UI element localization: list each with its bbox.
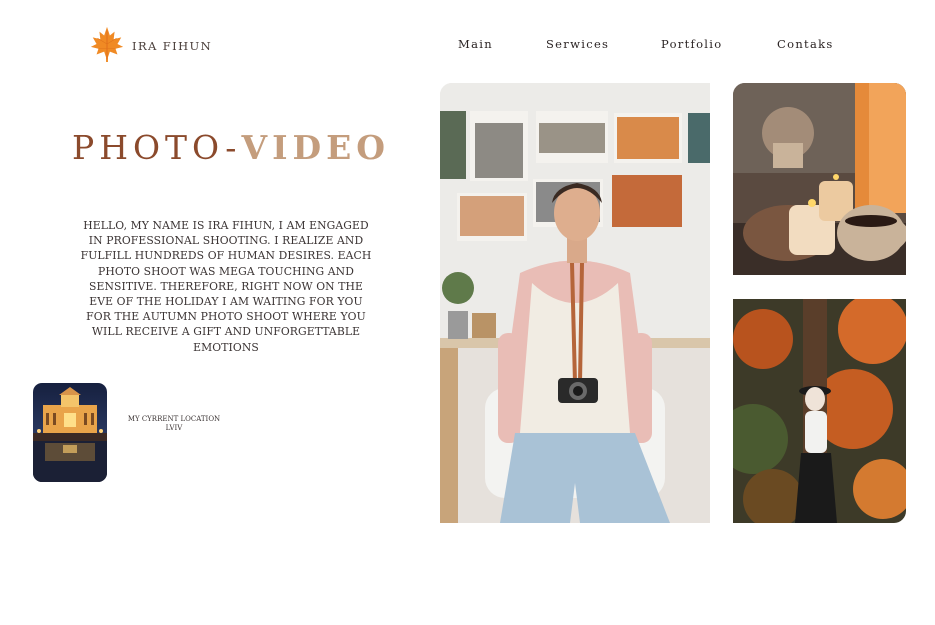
portrait-photo bbox=[440, 83, 710, 523]
hero-title-part2: VIDEO bbox=[241, 128, 391, 167]
location-caption: MY CYRRENT LOCATION LVIV bbox=[122, 415, 226, 433]
nav-item-main[interactable]: Main bbox=[458, 37, 493, 51]
hero-title-part1: PHOTO- bbox=[72, 128, 242, 167]
candles-photo bbox=[733, 83, 906, 275]
intro-text: HELLO, MY NAME IS IRA FIHUN, I AM ENGAGE… bbox=[80, 219, 372, 354]
hero-title: PHOTO-VIDEO bbox=[72, 128, 390, 167]
location-city: LVIV bbox=[165, 424, 183, 432]
location-photo bbox=[33, 383, 107, 482]
nav-item-services[interactable]: Serwices bbox=[546, 37, 609, 51]
autumn-photo bbox=[733, 299, 906, 523]
location-label: MY CYRRENT LOCATION bbox=[127, 415, 221, 423]
nav-item-contacts[interactable]: Contaks bbox=[777, 37, 834, 51]
nav-item-portfolio[interactable]: Portfolio bbox=[661, 37, 722, 51]
main-nav: Main Serwices Portfolio Contaks bbox=[0, 37, 935, 53]
